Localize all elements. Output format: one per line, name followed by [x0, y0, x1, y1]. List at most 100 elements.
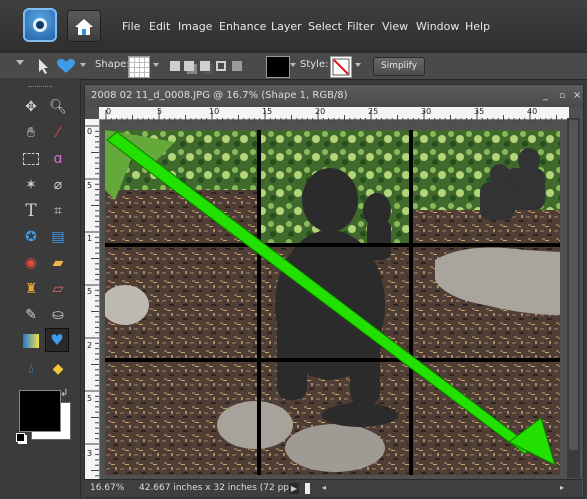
rock — [217, 401, 293, 449]
maximize-icon[interactable]: ▫ — [559, 85, 565, 107]
menu-view[interactable]: View — [382, 20, 408, 33]
shape-picker-dropdown-icon[interactable] — [153, 63, 159, 67]
vertical-ruler: 0 5 1 5 2 5 3 — [85, 119, 100, 481]
ruler-v-label: 5 — [87, 287, 93, 296]
shape-label: Shape: — [95, 59, 130, 70]
clone-stamp-icon[interactable]: ♜ — [20, 278, 42, 300]
exclude-shape-icon[interactable] — [232, 61, 242, 71]
default-colors-icon[interactable] — [16, 433, 25, 442]
toolbox-grip[interactable] — [28, 86, 52, 89]
ruler-v-label: 2 — [87, 341, 93, 350]
document-size: 42.667 inches x 32 inches (72 ppi) — [139, 483, 296, 493]
eraser-icon[interactable]: ▱ — [47, 278, 69, 300]
grid-line — [257, 130, 261, 475]
grid-line — [409, 130, 413, 475]
horizontal-ruler-ticks — [105, 110, 563, 122]
eyedropper-icon[interactable]: ⁄ — [47, 122, 69, 144]
ruler-v-label: 1 — [87, 234, 93, 243]
status-menu-arrow-icon[interactable]: ▶ — [289, 483, 299, 494]
menu-help[interactable]: Help — [465, 20, 490, 33]
sponge-icon[interactable]: ◆ — [47, 358, 69, 380]
healing-brush-icon[interactable]: ▰ — [47, 252, 69, 274]
ruler-v-label: 5 — [87, 394, 93, 403]
toolbox: ✥ 🔍︎ ✋︎ ⁄ ɑ ✶ ⌀ T ⌗ ✪ ▤ ◉ ▰ ♜ ▱ ✎ ⛀ ♥ 💧︎… — [0, 78, 81, 499]
ruler-h-label: 25 — [368, 107, 379, 116]
ruler-h-label: 15 — [262, 107, 273, 116]
custom-shape-icon[interactable]: ♥ — [45, 328, 69, 352]
crop-icon[interactable]: ⌗ — [47, 200, 69, 222]
heart-shape-icon[interactable] — [56, 58, 76, 74]
vertical-ruler-ticks — [85, 125, 99, 477]
subtract-shape-icon[interactable] — [200, 61, 210, 71]
hand-icon[interactable]: ✋︎ — [20, 122, 42, 144]
gradient-icon[interactable] — [20, 330, 42, 352]
menu-bar: File Edit Image Enhance Layer Select Fil… — [0, 0, 587, 52]
style-dropdown-icon[interactable] — [355, 63, 361, 67]
menu-select[interactable]: Select — [308, 20, 342, 33]
style-label: Style: — [300, 59, 329, 70]
horizontal-ruler: 0 5 10 15 20 25 30 35 40 — [99, 107, 569, 122]
document-title: 2008 02 11_d_0008.JPG @ 16.7% (Shape 1, … — [91, 90, 348, 101]
menu-image[interactable]: Image — [178, 20, 212, 33]
quick-selection-icon[interactable]: ⌀ — [47, 174, 69, 196]
menu-edit[interactable]: Edit — [149, 20, 170, 33]
arrow-cursor-icon[interactable] — [36, 57, 50, 75]
menu-file[interactable]: File — [122, 20, 140, 33]
minimize-icon[interactable]: _ — [543, 85, 548, 107]
simplify-button[interactable]: Simplify — [373, 57, 425, 76]
ruler-h-label: 35 — [474, 107, 485, 116]
scroll-thumb[interactable] — [569, 120, 578, 450]
menu-window[interactable]: Window — [416, 20, 459, 33]
ruler-v-label: 0 — [87, 127, 93, 136]
marquee-icon[interactable] — [20, 148, 42, 170]
grid-line — [105, 358, 560, 362]
move-icon[interactable]: ✥ — [20, 96, 42, 118]
cookie-cutter-icon[interactable]: ✪ — [20, 226, 42, 248]
lasso-icon[interactable]: ɑ — [47, 148, 69, 170]
color-swatch[interactable] — [266, 56, 290, 78]
ruler-h-label: 0 — [106, 107, 112, 116]
style-picker[interactable] — [330, 56, 352, 78]
home-icon — [75, 19, 93, 35]
status-bar: 16.67% 42.667 inches x 32 inches (72 ppi… — [84, 479, 582, 497]
brush-icon[interactable]: ✎ — [20, 304, 42, 326]
grid-line — [105, 243, 560, 247]
ruler-h-label: 10 — [209, 107, 220, 116]
hscroll-left-icon[interactable]: ◂ — [322, 483, 330, 494]
ruler-h-label: 20 — [315, 107, 326, 116]
ruler-v-label: 5 — [87, 181, 93, 190]
recompose-icon[interactable]: ▤ — [47, 226, 69, 248]
magic-wand-icon[interactable]: ✶ — [20, 174, 42, 196]
rock — [285, 424, 385, 472]
shape-picker[interactable] — [128, 56, 150, 78]
zoom-level[interactable]: 16.67% — [90, 483, 124, 493]
paint-bucket-icon[interactable]: ⛀ — [47, 304, 69, 326]
red-eye-icon[interactable]: ◉ — [20, 252, 42, 274]
hscroll-start[interactable] — [305, 483, 310, 494]
menu-enhance[interactable]: Enhance — [219, 20, 266, 33]
document-title-bar[interactable]: 2008 02 11_d_0008.JPG @ 16.7% (Shape 1, … — [85, 85, 583, 107]
ruler-h-label: 5 — [157, 107, 163, 116]
menu-layer[interactable]: Layer — [271, 20, 302, 33]
ruler-h-label: 30 — [421, 107, 432, 116]
image-canvas[interactable] — [101, 130, 560, 475]
hscroll-right-icon[interactable]: ▸ — [560, 483, 568, 494]
vertical-scrollbar[interactable] — [567, 118, 580, 478]
shape-dropdown-icon[interactable] — [80, 63, 86, 67]
new-shape-layer-icon[interactable] — [170, 61, 180, 71]
type-icon[interactable]: T — [20, 200, 42, 222]
home-button[interactable] — [67, 10, 101, 42]
photo-grid — [101, 130, 560, 475]
foreground-color-swatch[interactable] — [19, 390, 61, 432]
add-shape-icon[interactable] — [184, 61, 194, 71]
ruler-h-label: 40 — [527, 107, 538, 116]
intersect-shape-icon[interactable] — [216, 61, 226, 71]
menu-filter[interactable]: Filter — [347, 20, 374, 33]
blur-icon[interactable]: 💧︎ — [20, 358, 42, 380]
swap-colors-icon[interactable]: ↲ — [60, 388, 68, 399]
app-camera-icon[interactable] — [23, 8, 57, 42]
color-dropdown-icon[interactable] — [290, 63, 296, 67]
tool-preset-arrow-icon[interactable] — [16, 60, 24, 65]
zoom-icon[interactable]: 🔍︎ — [47, 96, 69, 118]
close-icon[interactable]: × — [573, 85, 581, 107]
